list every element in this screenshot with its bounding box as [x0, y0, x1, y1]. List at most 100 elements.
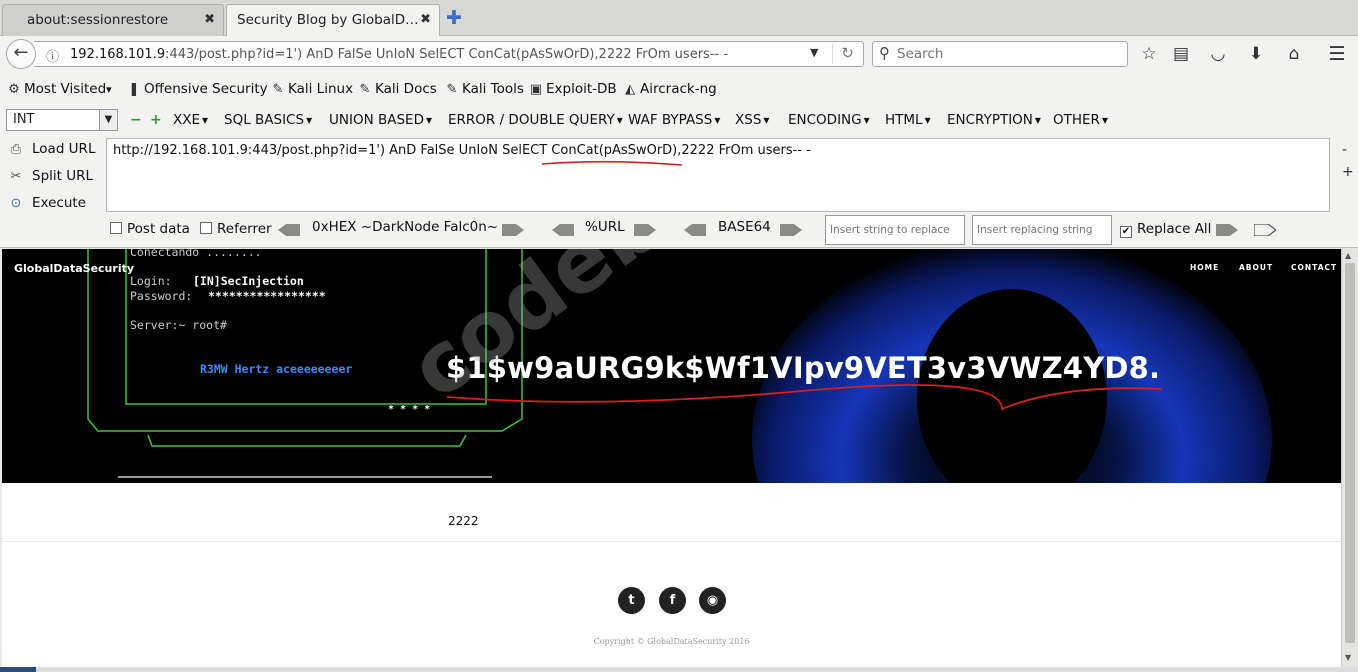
- arrow-right-icon[interactable]: [780, 224, 802, 236]
- leaked-password-hash: $1$w9aURG9k$Wf1VIpv9VET3v3VWZ4YD8.: [446, 351, 1161, 385]
- facebook-icon[interactable]: f: [659, 587, 686, 614]
- expand-button[interactable]: +: [1342, 164, 1354, 180]
- vertical-scrollbar[interactable]: ▲ ▼: [1341, 249, 1358, 667]
- aircrack-icon: ◭: [625, 82, 635, 97]
- replacing-string-input[interactable]: [972, 215, 1112, 245]
- info-icon[interactable]: ⓘ: [46, 46, 59, 65]
- copyright: Copyright © GlobalDataSecurity 2016: [593, 637, 750, 646]
- nav-contact[interactable]: CONTACT: [1291, 263, 1337, 272]
- decrease-button[interactable]: −: [130, 112, 142, 128]
- menu-encryption[interactable]: ENCRYPTION: [947, 112, 1041, 128]
- site-brand[interactable]: GlobalDataSecurity: [14, 262, 134, 275]
- home-icon[interactable]: ⌂: [1283, 43, 1305, 65]
- scrollbar-thumb[interactable]: [1345, 263, 1355, 643]
- bookmark-star-icon[interactable]: ☆: [1138, 43, 1160, 65]
- twitter-icon[interactable]: t: [618, 587, 645, 614]
- bookmark-label: Kali Linux: [288, 81, 354, 97]
- arrow-right-icon[interactable]: [502, 224, 524, 236]
- menu-xxe[interactable]: XXE: [173, 112, 208, 128]
- exploitdb-icon: ▣: [529, 82, 543, 97]
- terminal-server: Server:~ root#: [130, 318, 227, 332]
- bookmark-most-visited[interactable]: ⚙ Most Visited▾: [6, 81, 112, 97]
- arrow-left-icon[interactable]: [684, 224, 706, 236]
- kali-icon: ✎: [359, 82, 371, 97]
- new-tab-icon[interactable]: ✚: [446, 9, 464, 28]
- referrer-checkbox[interactable]: Referrer: [200, 221, 272, 237]
- terminal-login-label: Login:: [130, 274, 172, 288]
- close-icon[interactable]: ✖: [204, 12, 215, 27]
- bookmark-aircrack-ng[interactable]: ◭ Aircrack-ng: [622, 81, 717, 97]
- tab-title: about:sessionrestore: [27, 12, 169, 28]
- replace-string-input[interactable]: [825, 215, 965, 245]
- bookmark-kali-linux[interactable]: ✎ Kali Linux: [270, 81, 354, 97]
- terminal-stars: * * * *: [388, 404, 431, 415]
- github-icon[interactable]: ◉: [699, 587, 726, 614]
- arrow-right-icon[interactable]: [1216, 224, 1238, 236]
- divider: [2, 541, 1341, 542]
- shrink-button[interactable]: -: [1342, 142, 1347, 158]
- menu-other[interactable]: OTHER: [1053, 112, 1108, 128]
- select-value: INT: [13, 112, 35, 127]
- search-bar[interactable]: ⚲: [872, 41, 1128, 67]
- menu-union-based[interactable]: UNION BASED: [329, 112, 432, 128]
- bookmark-kali-tools[interactable]: ✎ Kali Tools: [444, 81, 524, 97]
- url-bar[interactable]: ⓘ 192.168.101.9:443/post.php?id=1') AnD …: [34, 41, 864, 67]
- url-textarea[interactable]: http://192.168.101.9:443/post.php?id=1')…: [106, 138, 1330, 212]
- bookmark-offensive-security[interactable]: ❚ Offensive Security: [126, 81, 268, 97]
- close-icon[interactable]: ✖: [420, 12, 431, 27]
- arrow-right-icon[interactable]: [634, 224, 656, 236]
- menu-icon[interactable]: ☰: [1326, 43, 1348, 65]
- query-result-value: 2222: [448, 514, 479, 528]
- downloads-icon[interactable]: ⬇: [1245, 43, 1267, 65]
- menu-xss[interactable]: XSS: [735, 112, 769, 128]
- load-url-button[interactable]: ⎙ Load URL: [8, 141, 96, 157]
- terminal-connecting: Conectando ........: [130, 249, 262, 259]
- menu-encoding[interactable]: ENCODING: [788, 112, 870, 128]
- scroll-down-icon[interactable]: ▼: [1345, 653, 1351, 662]
- increase-button[interactable]: +: [150, 112, 162, 128]
- replace-all-checkbox[interactable]: ✔ Replace All: [1120, 221, 1211, 238]
- gear-icon: ⚙: [8, 82, 20, 97]
- menu-sql-basics[interactable]: SQL BASICS: [224, 112, 312, 128]
- reading-list-icon[interactable]: ▤: [1170, 43, 1192, 65]
- back-button[interactable]: ←: [6, 39, 36, 69]
- scroll-up-icon[interactable]: ▲: [1345, 251, 1351, 260]
- tab-security-blog[interactable]: Security Blog by GlobalD… ✖: [226, 4, 440, 37]
- bookmark-label: Exploit-DB: [546, 81, 617, 97]
- bookmark-label: Most Visited: [24, 81, 107, 97]
- bookmarks-toolbar: ⚙ Most Visited▾ ❚ Offensive Security ✎ Kali…: [0, 72, 1358, 106]
- checkbox-box: [110, 222, 122, 234]
- checkbox-checked-icon: ✔: [1120, 226, 1132, 238]
- arrow-left-icon[interactable]: [278, 224, 300, 236]
- tab-sessionrestore[interactable]: about:sessionrestore ✖: [2, 4, 224, 36]
- bookmark-label: Offensive Security: [144, 81, 268, 97]
- post-data-checkbox[interactable]: Post data: [110, 221, 190, 237]
- offsec-icon: ❚: [128, 82, 140, 97]
- url-text[interactable]: 192.168.101.9:443/post.php?id=1') AnD Fa…: [70, 47, 728, 62]
- red-underline-annotation: [541, 160, 683, 166]
- url-history-dropdown-icon[interactable]: ▼: [810, 46, 818, 59]
- search-input[interactable]: [897, 45, 1117, 63]
- search-icon: ⚲: [879, 44, 890, 62]
- nav-home[interactable]: HOME: [1190, 263, 1219, 272]
- execute-button[interactable]: ⊙ Execute: [8, 195, 86, 211]
- menu-error-double-query[interactable]: ERROR / DOUBLE QUERY: [448, 112, 623, 128]
- split-url-button[interactable]: ✂ Split URL: [8, 168, 93, 184]
- bookmark-kali-docs[interactable]: ✎ Kali Docs: [357, 81, 437, 97]
- replace-execute-icon[interactable]: [1254, 224, 1276, 236]
- menu-waf-bypass[interactable]: WAF BYPASS: [628, 112, 720, 128]
- url-textarea-value: http://192.168.101.9:443/post.php?id=1')…: [113, 143, 811, 158]
- reload-icon[interactable]: ↻: [832, 44, 862, 64]
- nav-about[interactable]: ABOUT: [1239, 263, 1273, 272]
- injection-type-select[interactable]: INT ▼: [6, 109, 118, 131]
- arrow-left-icon[interactable]: [552, 224, 574, 236]
- checkbox-box: [200, 222, 212, 234]
- post-data-label: Post data: [127, 221, 190, 237]
- kali-icon: ✎: [446, 82, 458, 97]
- terminal-password-label: Password:: [130, 289, 193, 303]
- status-strip: [0, 667, 1358, 672]
- kali-icon: ✎: [272, 82, 284, 97]
- menu-html[interactable]: HTML: [885, 112, 931, 128]
- bookmark-exploit-db[interactable]: ▣ Exploit-DB: [528, 81, 617, 97]
- pocket-icon[interactable]: ◡: [1207, 43, 1229, 65]
